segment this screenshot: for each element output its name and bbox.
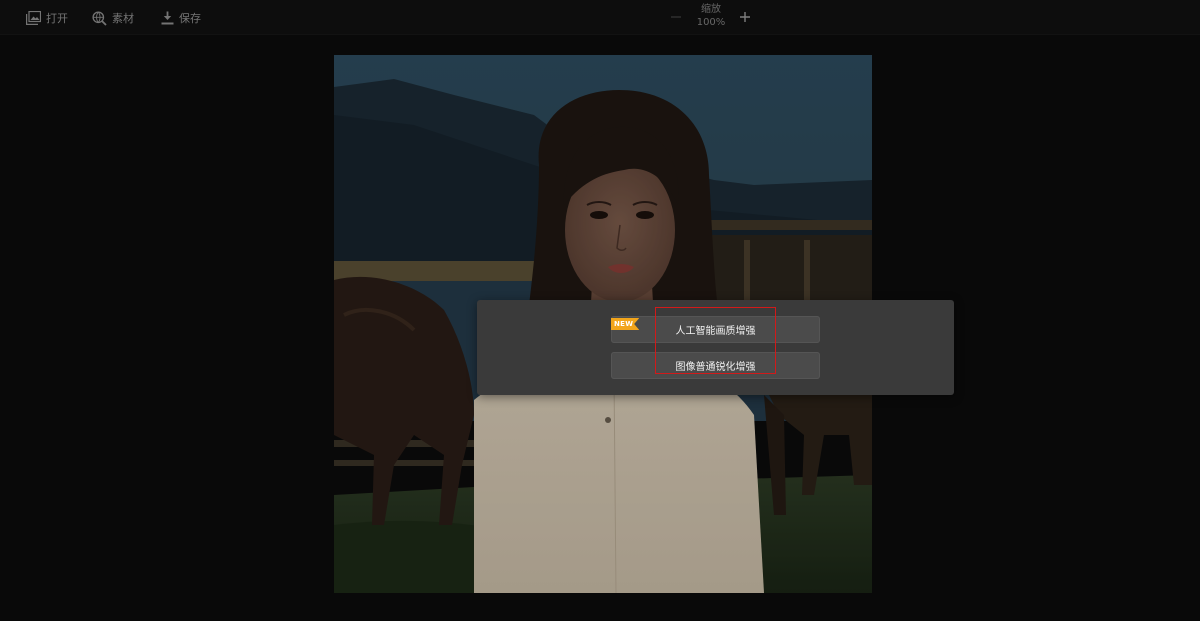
zoom-label: 缩放 (701, 4, 721, 15)
assets-button[interactable]: 素材 (92, 8, 134, 28)
minus-icon (671, 16, 681, 18)
ai-enhance-button[interactable]: 人工智能画质增强 (611, 316, 820, 343)
save-label: 保存 (179, 12, 201, 25)
zoom-out-button[interactable] (668, 9, 684, 25)
save-button[interactable]: 保存 (161, 8, 201, 28)
zoom-readout: 缩放 100% (692, 3, 730, 29)
open-button[interactable]: 打开 (26, 8, 68, 28)
magnifier-globe-icon (92, 10, 107, 26)
image-icon (26, 11, 41, 25)
download-icon (161, 11, 174, 25)
sharpen-label: 图像普通锐化增强 (675, 362, 756, 373)
editor-window: 打开 素材 保存 缩放 100% 人工智能画质增强 图像普通锐化增强 NEW (0, 0, 1200, 621)
sharpen-button[interactable]: 图像普通锐化增强 (611, 352, 820, 379)
plus-icon (740, 12, 750, 22)
top-toolbar: 打开 素材 保存 缩放 100% (0, 0, 1200, 35)
ai-enhance-label: 人工智能画质增强 (675, 326, 756, 337)
assets-label: 素材 (112, 12, 134, 25)
zoom-in-button[interactable] (737, 9, 753, 25)
open-label: 打开 (46, 12, 68, 25)
enhance-popup: 人工智能画质增强 图像普通锐化增强 NEW (477, 300, 954, 395)
zoom-value: 100% (696, 17, 726, 28)
